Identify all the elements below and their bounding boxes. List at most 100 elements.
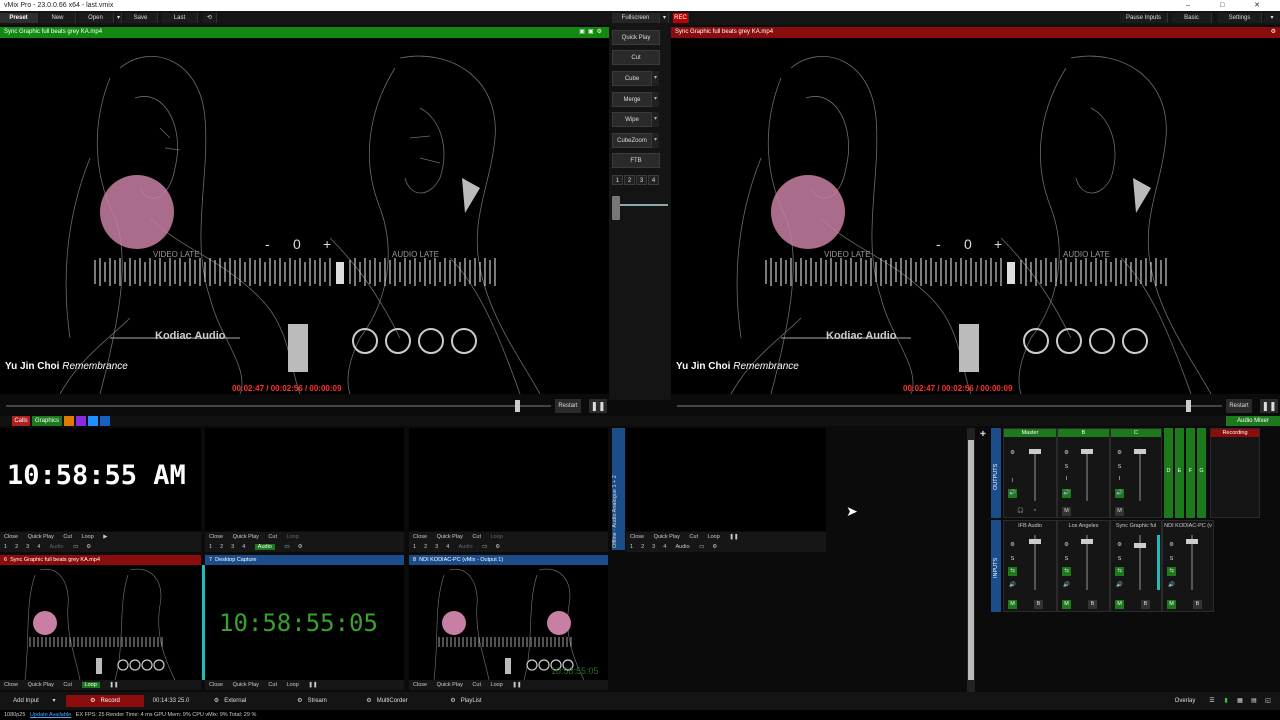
speaker-icon[interactable]: 🔊 xyxy=(1008,489,1017,498)
pin-icon[interactable]: ✚ xyxy=(980,430,988,438)
speaker-icon[interactable]: 🔊 xyxy=(1062,581,1071,590)
fader-handle[interactable] xyxy=(1081,539,1093,544)
speaker-icon[interactable]: 🔊 xyxy=(1115,581,1124,590)
cut-button[interactable]: Cut xyxy=(612,50,660,65)
num-1[interactable]: 1 xyxy=(4,544,7,550)
preview-toolbar-icons[interactable]: ▣▣⚙ xyxy=(579,27,605,38)
num-3[interactable]: 3 xyxy=(231,544,234,550)
s-button[interactable]: S xyxy=(1062,463,1071,472)
bus-g[interactable]: G xyxy=(1197,428,1206,518)
overlay-button[interactable]: Overlay xyxy=(1168,695,1202,707)
num-4[interactable]: 4 xyxy=(663,544,666,550)
input-7-header[interactable]: 7 Desktop Capture xyxy=(205,555,404,565)
pause-icon[interactable]: ❚❚ xyxy=(109,682,118,688)
ftb-button[interactable]: FTB xyxy=(612,153,660,168)
gear-icon[interactable]: ⚙ xyxy=(86,544,91,550)
t-bar-handle[interactable] xyxy=(612,196,620,220)
input-empty-tile[interactable] xyxy=(205,428,404,531)
num-1[interactable]: 1 xyxy=(630,544,633,550)
close-button[interactable]: Close xyxy=(4,682,18,688)
scrollbar-thumb[interactable] xyxy=(968,440,974,680)
s-button[interactable]: S xyxy=(1008,555,1017,564)
close-button[interactable]: Close xyxy=(209,682,223,688)
cut-button[interactable]: Cut xyxy=(268,682,277,688)
preview-video[interactable]: - 0 + VIDEO LATE AUDIO LATE Kodiac Audio… xyxy=(0,38,609,394)
more-icon[interactable]: ▾ xyxy=(1264,13,1280,23)
fader-handle[interactable] xyxy=(1081,449,1093,454)
layout-view-icon[interactable]: ▤ xyxy=(1248,695,1260,707)
merge-dropdown-icon[interactable]: ▾ xyxy=(652,92,659,107)
num-4[interactable]: 4 xyxy=(446,544,449,550)
preview-restart-button[interactable]: Restart xyxy=(555,399,581,413)
route-icon[interactable]: ⇆ xyxy=(1115,567,1124,576)
quick-play-button[interactable]: Quick Play xyxy=(233,534,259,540)
loop-button[interactable]: Loop xyxy=(287,682,299,688)
s-button[interactable]: S xyxy=(1115,463,1124,472)
fader-handle[interactable] xyxy=(1134,543,1146,548)
close-button[interactable]: Close xyxy=(630,534,644,540)
quick-play-button[interactable]: Quick Play xyxy=(654,534,680,540)
input-7-thumbnail[interactable]: 10:58:55:05 xyxy=(205,565,404,680)
quick-play-button[interactable]: Quick Play xyxy=(233,682,259,688)
speaker-icon[interactable]: 🔊 xyxy=(1115,489,1124,498)
headphones-icon[interactable]: 🎧 xyxy=(1016,507,1025,516)
quick-play-button[interactable]: Quick Play xyxy=(28,534,54,540)
transition-2-button[interactable]: 2 xyxy=(624,175,635,185)
grid-view-icon[interactable]: ▦ xyxy=(1234,695,1246,707)
stream-button[interactable]: ⚙ Stream xyxy=(282,695,342,707)
tab-color-orange[interactable] xyxy=(64,416,74,426)
preview-seek-bar[interactable] xyxy=(6,405,551,407)
fader-handle[interactable] xyxy=(1134,449,1146,454)
monitor-icon[interactable]: ▭ xyxy=(699,544,704,550)
output-restart-button[interactable]: Restart xyxy=(1226,399,1252,413)
open-dropdown-icon[interactable]: ▾ xyxy=(116,13,122,23)
m-button[interactable]: M xyxy=(1062,600,1071,609)
fader-handle[interactable] xyxy=(1029,449,1041,454)
new-button[interactable]: New xyxy=(40,13,76,23)
close-button[interactable]: Close xyxy=(413,534,427,540)
num-2[interactable]: 2 xyxy=(424,544,427,550)
gear-icon[interactable]: ⚙ xyxy=(1167,541,1176,550)
bus-e[interactable]: E xyxy=(1175,428,1184,518)
m-button[interactable]: M xyxy=(1167,600,1176,609)
num-2[interactable]: 2 xyxy=(220,544,223,550)
open-button[interactable]: Open xyxy=(78,13,114,23)
tab-calls[interactable]: Calls xyxy=(12,416,30,426)
gear-icon[interactable]: ⚙ xyxy=(298,544,303,550)
add-input-button[interactable]: Add Input xyxy=(4,695,48,707)
bus-d[interactable]: D xyxy=(1164,428,1173,518)
minimize-button[interactable]: – xyxy=(1186,2,1204,9)
last-button[interactable]: Last xyxy=(162,13,198,23)
cut-button[interactable]: Cut xyxy=(63,682,72,688)
fullscreen-button[interactable]: Fullscreen xyxy=(612,13,660,23)
pause-inputs-button[interactable]: Pause Inputs xyxy=(1120,13,1168,23)
output-seek-handle[interactable] xyxy=(1186,400,1191,412)
gear-icon[interactable]: ⚙ xyxy=(1115,541,1124,550)
playlist-button[interactable]: ⚙ PlayList xyxy=(436,695,496,707)
input-8-header[interactable]: 8 NDI KODIAC-PC (vMix - Output 1) xyxy=(409,555,608,565)
preset-button[interactable]: Preset xyxy=(0,13,38,23)
save-button[interactable]: Save xyxy=(124,13,158,23)
i-button[interactable]: I xyxy=(1115,475,1124,484)
audio-mixer-button[interactable]: Audio Mixer xyxy=(1226,416,1280,426)
transition-3-button[interactable]: 3 xyxy=(636,175,647,185)
refresh-icon[interactable]: ⟲ xyxy=(203,13,217,23)
merge-button[interactable]: Merge xyxy=(612,92,652,107)
loop-button[interactable]: Loop xyxy=(708,534,720,540)
cube-button[interactable]: Cube xyxy=(612,71,652,86)
quick-play-button[interactable]: Quick Play xyxy=(437,534,463,540)
wipe-button[interactable]: Wipe xyxy=(612,112,652,127)
rec-indicator[interactable]: REC xyxy=(673,13,689,23)
num-2[interactable]: 2 xyxy=(15,544,18,550)
maximize-button[interactable]: □ xyxy=(1220,2,1238,9)
speaker-icon[interactable]: 🔊 xyxy=(1167,581,1176,590)
input-8-thumbnail[interactable]: 10:58:55:05 xyxy=(409,565,608,680)
i-button[interactable]: I xyxy=(1062,475,1071,484)
wipe-dropdown-icon[interactable]: ▾ xyxy=(652,112,659,127)
audio-button-active[interactable]: Audio xyxy=(254,544,275,550)
route-icon[interactable]: ⇆ xyxy=(1062,567,1071,576)
input-clock-tile[interactable]: 10:58:55 AM xyxy=(0,428,201,531)
close-button[interactable]: Close xyxy=(209,534,223,540)
m-button[interactable]: M xyxy=(1115,600,1124,609)
transition-4-button[interactable]: 4 xyxy=(648,175,659,185)
